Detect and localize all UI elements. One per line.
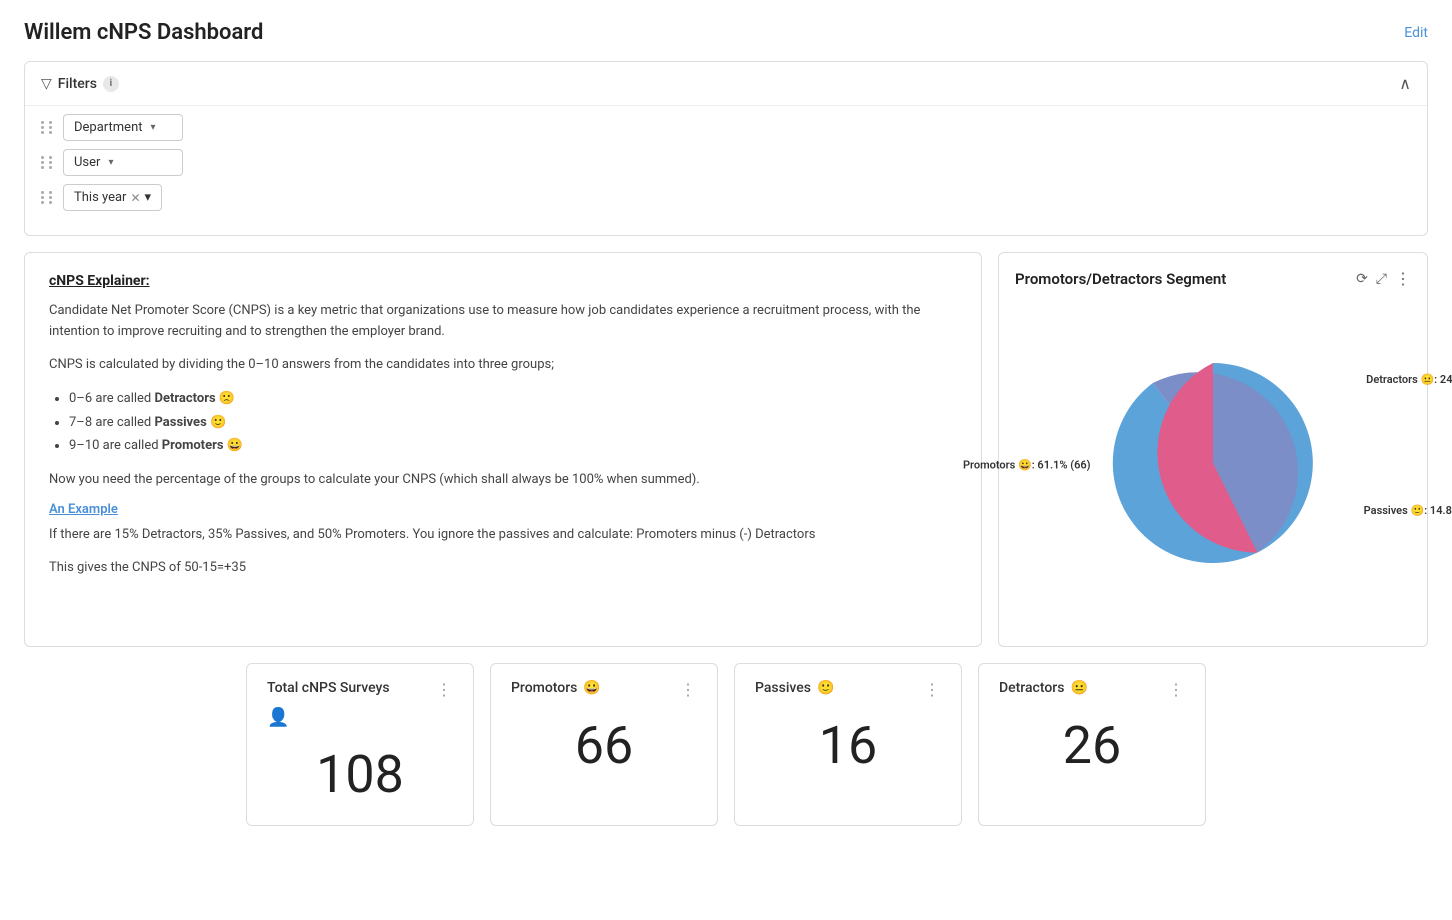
explainer-groups-list: 0–6 are called Detractors 🙁 7–8 are call… bbox=[49, 387, 957, 457]
user-filter-label: User bbox=[74, 155, 100, 170]
stat-card-passives-title: Passives 🙂 bbox=[755, 680, 834, 696]
filters-header: ▽ Filters i ∧ bbox=[25, 62, 1427, 105]
pie-card-actions: ⟳ ⤢ ⋮ bbox=[1356, 269, 1411, 288]
date-filter-label: This year bbox=[74, 190, 126, 205]
stat-card-promotors-header: Promotors 😀 ⋮ bbox=[511, 680, 697, 699]
example-result: This gives the CNPS of 50-15=+35 bbox=[49, 558, 957, 579]
stat-card-total-menu[interactable]: ⋮ bbox=[436, 680, 453, 699]
department-chevron-icon: ▾ bbox=[151, 122, 156, 133]
stat-card-promotors: Promotors 😀 ⋮ 66 bbox=[490, 663, 718, 826]
pie-svg bbox=[1103, 353, 1323, 573]
stat-card-detractors-header: Detractors 😐 ⋮ bbox=[999, 680, 1185, 699]
group-detractors: 0–6 are called Detractors 🙁 bbox=[69, 387, 957, 410]
group-promoters: 9–10 are called Promoters 😀 bbox=[69, 434, 957, 457]
explainer-intro1: Candidate Net Promoter Score (CNPS) is a… bbox=[49, 301, 957, 343]
stat-card-passives: Passives 🙂 ⋮ 16 bbox=[734, 663, 962, 826]
stat-card-passives-value: 16 bbox=[755, 715, 941, 776]
user-chevron-icon: ▾ bbox=[108, 157, 113, 168]
pie-label-detractors: Detractors 😐: 24.1% (26) bbox=[1366, 373, 1452, 386]
filters-panel: ▽ Filters i ∧ Department ▾ bbox=[24, 61, 1428, 236]
filters-body: Department ▾ User ▾ bbox=[25, 105, 1427, 235]
filters-label: Filters bbox=[58, 76, 97, 92]
group-passives: 7–8 are called Passives 🙂 bbox=[69, 411, 957, 434]
stat-card-total-header: Total cNPS Surveys ⋮ bbox=[267, 680, 453, 699]
page-title: Willem cNPS Dashboard bbox=[24, 20, 263, 45]
explainer-intro2: CNPS is calculated by dividing the 0–10 … bbox=[49, 355, 957, 376]
pie-chart-card: Promotors/Detractors Segment ⟳ ⤢ ⋮ bbox=[998, 252, 1428, 647]
passives-emoji: 🙂 bbox=[817, 680, 834, 696]
filters-collapse-button[interactable]: ∧ bbox=[1399, 74, 1411, 93]
department-filter-select[interactable]: Department ▾ bbox=[63, 114, 183, 141]
example-text: If there are 15% Detractors, 35% Passive… bbox=[49, 525, 957, 546]
filter-row-user: User ▾ bbox=[41, 149, 1411, 176]
stat-card-promotors-value: 66 bbox=[511, 715, 697, 776]
explainer-card: cNPS Explainer: Candidate Net Promoter S… bbox=[24, 252, 982, 647]
date-filter-chevron-icon: ▾ bbox=[145, 190, 152, 205]
drag-handle-department[interactable] bbox=[41, 121, 55, 134]
main-content: cNPS Explainer: Candidate Net Promoter S… bbox=[24, 252, 1428, 647]
filters-title: ▽ Filters i bbox=[41, 76, 119, 92]
stat-card-total-icon: 👤 bbox=[267, 707, 453, 728]
pie-refresh-icon[interactable]: ⟳ bbox=[1356, 271, 1368, 287]
stat-card-detractors-value: 26 bbox=[999, 715, 1185, 776]
filter-row-department: Department ▾ bbox=[41, 114, 1411, 141]
promotors-emoji: 😀 bbox=[583, 680, 600, 696]
edit-button[interactable]: Edit bbox=[1404, 25, 1428, 41]
pie-export-icon[interactable]: ⤢ bbox=[1376, 271, 1387, 287]
stat-card-detractors-menu[interactable]: ⋮ bbox=[1168, 680, 1185, 699]
pie-label-passives: Passives 🙂: 14.8% (16) bbox=[1364, 504, 1452, 517]
stat-card-detractors: Detractors 😐 ⋮ 26 bbox=[978, 663, 1206, 826]
date-filter-remove-button[interactable]: ✕ bbox=[130, 191, 140, 205]
stat-card-passives-header: Passives 🙂 ⋮ bbox=[755, 680, 941, 699]
pie-menu-icon[interactable]: ⋮ bbox=[1395, 269, 1411, 288]
page-header: Willem cNPS Dashboard Edit bbox=[24, 20, 1428, 45]
stat-card-passives-menu[interactable]: ⋮ bbox=[924, 680, 941, 699]
stat-card-promotors-title: Promotors 😀 bbox=[511, 680, 601, 696]
detractors-emoji: 😐 bbox=[1070, 680, 1087, 696]
date-filter-tag: This year ✕ ▾ bbox=[63, 184, 162, 211]
filter-icon: ▽ bbox=[41, 76, 52, 92]
stat-cards-row: Total cNPS Surveys ⋮ 👤 108 Promotors 😀 ⋮… bbox=[24, 663, 1428, 826]
stat-card-total-value: 108 bbox=[267, 744, 453, 805]
user-filter-select[interactable]: User ▾ bbox=[63, 149, 183, 176]
explainer-formula: Now you need the percentage of the group… bbox=[49, 470, 957, 491]
stat-card-total: Total cNPS Surveys ⋮ 👤 108 bbox=[246, 663, 474, 826]
department-filter-label: Department bbox=[74, 120, 143, 135]
filter-row-date: This year ✕ ▾ bbox=[41, 184, 1411, 211]
drag-handle-date[interactable] bbox=[41, 191, 55, 204]
explainer-title: cNPS Explainer: bbox=[49, 273, 957, 289]
stat-card-total-title: Total cNPS Surveys bbox=[267, 680, 390, 696]
pie-card-title: Promotors/Detractors Segment bbox=[1015, 270, 1226, 288]
stat-card-detractors-title: Detractors 😐 bbox=[999, 680, 1088, 696]
pie-wrapper: Promotors 😀: 61.1% (66) Detractors 😐: 24… bbox=[1103, 353, 1323, 577]
filters-info-badge[interactable]: i bbox=[103, 76, 119, 92]
pie-label-promotors: Promotors 😀: 61.1% (66) bbox=[963, 459, 1091, 472]
drag-handle-user[interactable] bbox=[41, 156, 55, 169]
stat-card-promotors-menu[interactable]: ⋮ bbox=[680, 680, 697, 699]
example-title[interactable]: An Example bbox=[49, 502, 957, 517]
pie-card-header: Promotors/Detractors Segment ⟳ ⤢ ⋮ bbox=[1015, 269, 1411, 288]
pie-chart-area: Promotors 😀: 61.1% (66) Detractors 😐: 24… bbox=[1015, 300, 1411, 630]
